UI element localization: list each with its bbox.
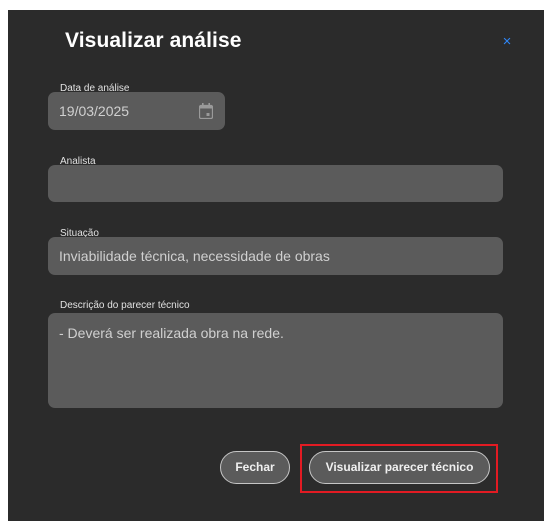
descricao-label: Descrição do parecer técnico xyxy=(60,300,190,311)
calendar-icon[interactable] xyxy=(199,103,213,119)
situacao-field[interactable]: Inviabilidade técnica, necessidade de ob… xyxy=(48,237,503,275)
data-analise-field[interactable]: 19/03/2025 xyxy=(48,92,225,130)
dialog-title: Visualizar análise xyxy=(65,29,242,52)
data-analise-value: 19/03/2025 xyxy=(59,103,130,119)
highlight-box xyxy=(300,444,498,493)
descricao-textarea[interactable]: - Deverá ser realizada obra na rede. xyxy=(48,313,503,408)
fechar-button[interactable]: Fechar xyxy=(220,451,290,484)
analista-field[interactable] xyxy=(48,165,503,202)
close-icon[interactable]: × xyxy=(499,34,515,50)
